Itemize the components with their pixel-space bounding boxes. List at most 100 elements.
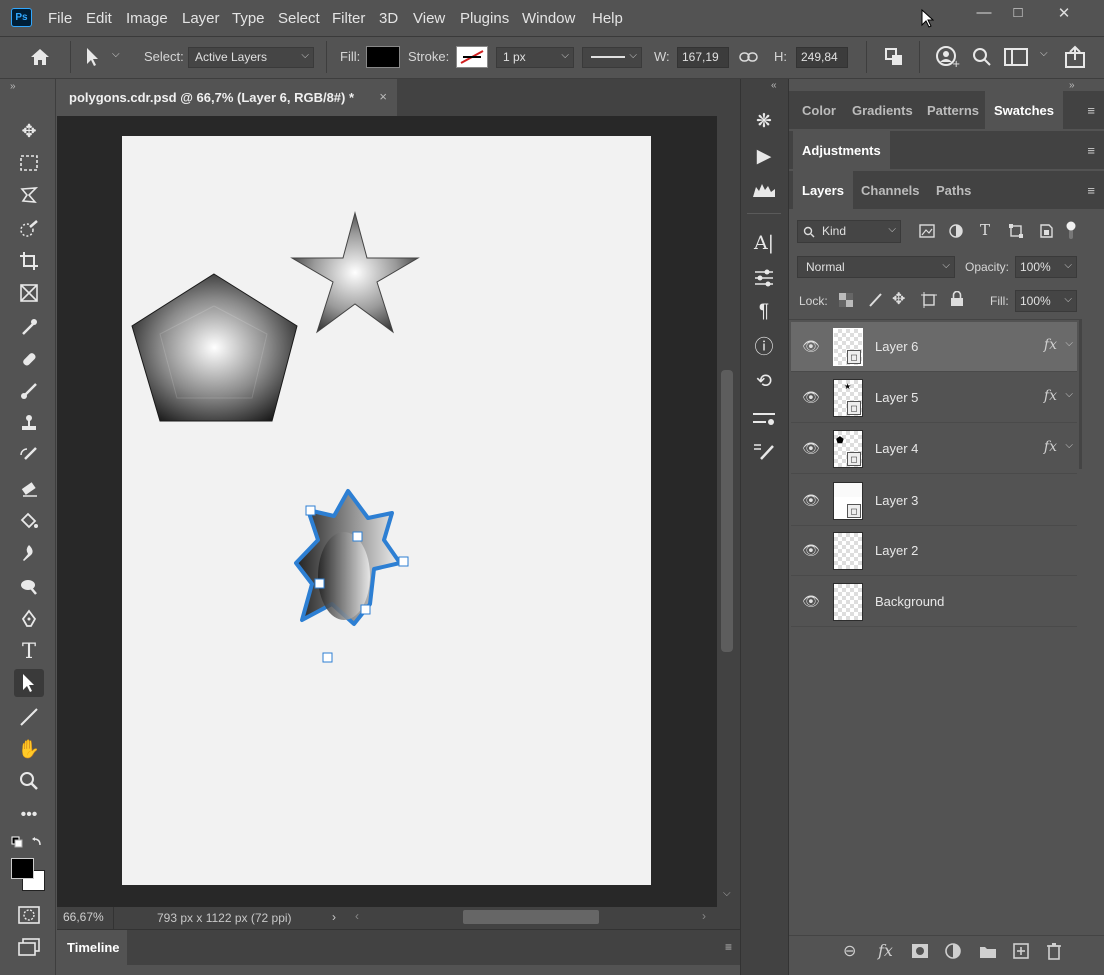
zoom-level[interactable]: 66,67% [63,910,104,924]
filter-pixel-icon[interactable] [919,224,935,238]
pentagon-shape[interactable] [131,273,298,422]
tab-paths[interactable]: Paths [927,171,980,209]
marquee-tool-icon[interactable] [14,149,44,177]
layer-row-layer-4[interactable]: 👁 ⬟ ◻ Layer 4 fx ⌵ [791,424,1077,474]
maximize-button[interactable]: □ [1007,4,1029,24]
expand-effects-icon[interactable]: ⌵ [1065,338,1073,349]
layer-effects-icon[interactable]: fx [1044,337,1057,353]
vertical-scroll-thumb[interactable] [721,370,733,652]
layer-thumbnail[interactable]: ★ ◻ [833,379,863,417]
layer-thumbnail[interactable]: ◻ [833,482,863,520]
tab-gradients[interactable]: Gradients [843,91,922,129]
move-tool-icon[interactable]: ✥ [14,117,44,145]
brush-tool-icon[interactable] [14,377,44,405]
blur-tool-icon[interactable] [14,539,44,567]
tab-channels[interactable]: Channels [852,171,929,209]
hand-tool-icon[interactable]: ✋ [14,735,44,763]
add-layer-style-icon[interactable]: fx [878,941,893,960]
menu-window[interactable]: Window [522,10,575,27]
link-layers-icon[interactable]: ⊖ [843,941,856,961]
screen-mode-icon[interactable] [17,937,41,957]
crop-tool-icon[interactable] [14,247,44,275]
minimize-button[interactable]: — [973,4,995,24]
filter-shape-icon[interactable] [1008,223,1024,239]
quick-mask-icon[interactable] [17,905,41,925]
lock-artboard-icon[interactable] [921,292,937,308]
share-user-icon[interactable]: + [935,45,961,69]
tab-layers[interactable]: Layers [793,171,853,209]
menu-filter[interactable]: Filter [332,10,365,27]
layer-filter-dropdown[interactable]: Kind ⌵ [797,220,901,243]
search-icon[interactable] [972,47,992,67]
info-icon[interactable]: ⓘ [749,333,779,363]
swatches-panel-menu-icon[interactable]: ≡ [1087,103,1095,118]
layer-effects-icon[interactable]: fx [1044,439,1057,455]
tab-color[interactable]: Color [793,91,845,129]
stroke-type-dropdown[interactable]: ⌵ [582,47,642,68]
stroke-swatch[interactable] [456,46,488,68]
scroll-left-icon[interactable]: ‹ [355,909,359,923]
histogram-icon[interactable] [749,175,779,205]
layer-thumbnail[interactable]: ⬟ ◻ [833,430,863,468]
menu-type[interactable]: Type [232,10,265,27]
layer-row-background[interactable]: 👁 Background [791,577,1077,627]
dodge-tool-icon[interactable] [14,573,44,601]
menu-layer[interactable]: Layer [182,10,220,27]
navigator-icon[interactable]: ❋ [749,107,779,137]
scroll-right-icon[interactable]: › [702,909,706,923]
visibility-eye-icon[interactable]: 👁 [802,440,820,457]
star-shape[interactable] [290,211,420,334]
document-tab[interactable]: polygons.cdr.psd @ 66,7% (Layer 6, RGB/8… [57,79,397,116]
workspace-icon[interactable] [1004,48,1030,66]
collapse-panels-icon[interactable]: » [1069,80,1075,91]
timeline-tab[interactable]: Timeline [57,930,127,965]
layer-name[interactable]: Background [875,594,944,609]
status-menu-arrow-icon[interactable]: › [332,910,336,924]
menu-plugins[interactable]: Plugins [460,10,509,27]
line-tool-icon[interactable] [14,703,44,731]
visibility-eye-icon[interactable]: 👁 [802,389,820,406]
layer-row-layer-3[interactable]: 👁 ◻ Layer 3 [791,476,1077,526]
paint-bucket-tool-icon[interactable] [14,507,44,535]
foreground-color-swatch[interactable] [11,858,34,879]
type-tool-icon[interactable]: T [14,637,44,665]
timeline-menu-icon[interactable]: ≡ [725,940,732,954]
filter-adjustment-icon[interactable] [948,223,964,239]
horizontal-scroll-thumb[interactable] [463,910,599,924]
lock-position-icon[interactable]: ✥ [892,289,905,309]
layer-name[interactable]: Layer 5 [875,390,918,405]
delete-layer-icon[interactable] [1046,942,1062,960]
filter-type-icon[interactable]: T [980,221,990,239]
lock-pixels-icon[interactable] [867,292,883,308]
document-canvas[interactable] [122,136,651,885]
visibility-eye-icon[interactable]: 👁 [802,338,820,355]
menu-view[interactable]: View [413,10,445,27]
close-window-button[interactable]: ✕ [1053,4,1075,24]
collapse-toolbar-icon[interactable]: » [10,81,16,92]
tab-adjustments[interactable]: Adjustments [793,131,890,169]
eyedropper-tool-icon[interactable] [14,313,44,341]
share-export-icon[interactable] [1064,45,1088,69]
clone-stamp-tool-icon[interactable] [14,409,44,437]
blend-mode-dropdown[interactable]: Normal ⌵ [797,256,955,278]
menu-3d[interactable]: 3D [379,10,398,27]
paragraph-icon[interactable]: ¶ [749,297,779,327]
adjustments-panel-menu-icon[interactable]: ≡ [1087,143,1095,158]
layer-row-layer-6[interactable]: 👁 ◻ Layer 6 fx ⌵ [791,322,1077,372]
history-brush-tool-icon[interactable] [14,441,44,469]
healing-brush-tool-icon[interactable] [14,345,44,373]
menu-select[interactable]: Select [278,10,320,27]
visibility-eye-icon[interactable]: 👁 [802,542,820,559]
home-icon[interactable] [29,47,51,67]
menu-file[interactable]: File [48,10,72,27]
layer-row-layer-5[interactable]: 👁 ★ ◻ Layer 5 fx ⌵ [791,373,1077,423]
menu-edit[interactable]: Edit [86,10,112,27]
history-icon[interactable]: ⟲ [749,367,779,397]
quick-selection-tool-icon[interactable] [14,215,44,243]
swap-colors-icon[interactable] [10,835,46,851]
path-operations-icon[interactable] [884,47,904,67]
new-adjustment-layer-icon[interactable] [945,943,963,961]
lock-all-icon[interactable] [950,291,964,307]
path-selection-tool-icon[interactable] [84,46,100,68]
layer-effects-icon[interactable]: fx [1044,388,1057,404]
